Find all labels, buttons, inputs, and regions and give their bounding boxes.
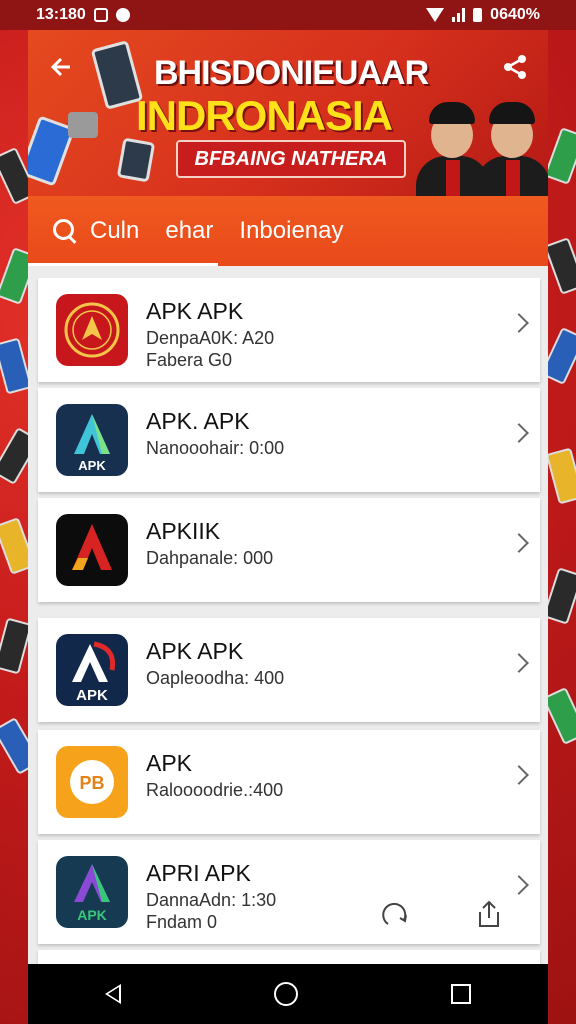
app-name: APKIIK [146, 518, 221, 544]
promo-banner: BHISDONIEUAAR INDRONASIA BFBAING NATHERA [28, 30, 548, 196]
battery-level: 0640% [490, 6, 540, 23]
search-tab-1[interactable]: Culn [90, 217, 139, 245]
svg-text:PB: PB [79, 773, 104, 793]
search-icon[interactable] [52, 218, 78, 244]
chevron-right-icon [509, 875, 529, 895]
app-list-item[interactable]: APK APK APK Oapleoodha: 400 [38, 618, 540, 722]
battery-icon [473, 8, 483, 22]
refresh-button[interactable] [378, 898, 412, 932]
back-button[interactable] [48, 52, 82, 86]
app-list-item[interactable]: APK APRI APK DannaAdn: 1:30 Fndam 0 [38, 840, 540, 944]
app-name: APK [146, 750, 193, 776]
svg-text:APK: APK [78, 458, 106, 473]
app-meta: Raloooodrie.:400 [146, 780, 284, 800]
active-tab-indicator [28, 263, 218, 266]
recent-apps-icon[interactable] [451, 984, 472, 1004]
share-icon [504, 55, 526, 79]
share-button[interactable] [500, 52, 534, 86]
signal-icon [452, 8, 466, 22]
svg-text:APK: APK [77, 907, 107, 923]
app-name: APK APK [146, 638, 244, 664]
search-bar[interactable]: Culn ehar Inboienay [28, 196, 548, 266]
chevron-right-icon [509, 423, 529, 443]
phone-decor-icon [543, 237, 576, 295]
emblem-icon [56, 294, 128, 366]
back-arrow-icon [50, 57, 70, 77]
apk-a-navy-icon: APK [56, 634, 128, 706]
share-export-button[interactable] [472, 898, 506, 932]
app-meta: DannaAdn: 1:30 [146, 890, 277, 910]
refresh-icon [382, 903, 407, 925]
app-list-item[interactable]: APK APK DenpaA0K: A20 Fabera G0 [38, 278, 540, 382]
apk-a-blue-icon: APK [56, 404, 128, 476]
app-list-item[interactable]: PB APK Raloooodrie.:400 [38, 730, 540, 834]
status-bar-left: 13:180 [36, 6, 130, 24]
app-meta-secondary: Fndam 0 [146, 912, 218, 932]
search-tab-2[interactable]: ehar [165, 217, 213, 245]
search-tab-3[interactable]: Inboienay [239, 217, 343, 245]
apk-a-purple-icon: APK [56, 856, 128, 928]
phone-decor-icon [543, 127, 576, 185]
record-dot-icon [115, 8, 130, 22]
banner-title-line1: BHISDONIEUAAR [154, 54, 429, 92]
apk-a-red-icon [56, 514, 128, 586]
app-meta: Oapleoodha: 400 [146, 668, 285, 688]
app-name: APK APK [146, 298, 244, 324]
svg-text:APK: APK [76, 687, 108, 704]
app-list-item[interactable]: APKIIK Dahpanale: 000 [38, 498, 540, 602]
app-screen: BHISDONIEUAAR INDRONASIA BFBAING NATHERA… [28, 30, 548, 964]
home-icon[interactable] [273, 982, 298, 1006]
system-nav-bar [28, 964, 548, 1024]
chevron-right-icon [509, 653, 529, 673]
back-icon[interactable] [104, 984, 121, 1004]
app-meta: DenpaA0K: A20 [146, 328, 275, 348]
person-image-right [476, 96, 548, 196]
app-meta: Nanooohair: 0:00 [146, 438, 285, 458]
chevron-right-icon [509, 533, 529, 553]
banner-ribbon: BFBAING NATHERA [176, 140, 406, 178]
phone-decor-icon [116, 137, 156, 183]
phone-decor-icon [545, 447, 576, 505]
padlock-decor-icon [68, 112, 98, 138]
share-export-icon [479, 900, 499, 927]
status-bar: 13:180 0640% [0, 0, 576, 30]
app-meta: Dahpanale: 000 [146, 548, 274, 568]
app-meta-secondary: Fabera G0 [146, 350, 233, 370]
app-name: APRI APK [146, 860, 251, 886]
wifi-icon [426, 8, 445, 22]
chevron-right-icon [509, 313, 529, 333]
pb-orange-icon: PB [56, 746, 128, 818]
app-list-item[interactable] [38, 950, 540, 964]
chevron-right-icon [509, 765, 529, 785]
app-list-item[interactable]: APK APK. APK Nanooohair: 0:00 [38, 388, 540, 492]
status-time: 13:180 [36, 6, 86, 23]
status-bar-right: 0640% [426, 6, 540, 24]
banner-title-line2: INDRONASIA [136, 92, 393, 139]
app-name: APK. APK [146, 408, 250, 434]
app-square-icon [93, 8, 108, 22]
